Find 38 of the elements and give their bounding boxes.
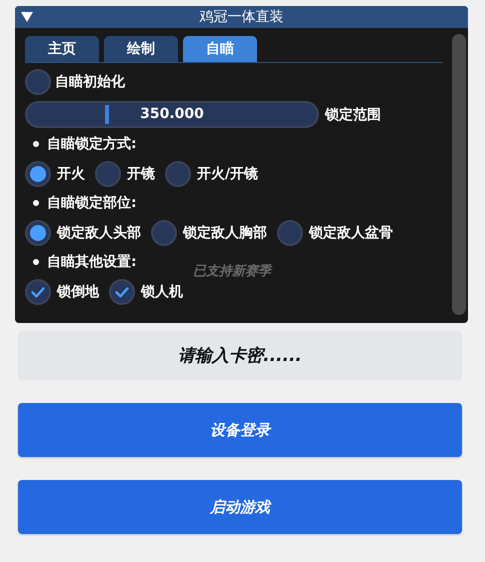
bullet-icon xyxy=(33,259,39,265)
checkbox-label: 锁倒地 xyxy=(57,282,99,300)
slider[interactable]: 350.000 xyxy=(25,101,319,128)
background-text: 已支持新赛季 xyxy=(193,262,271,280)
slider-value: 350.000 xyxy=(140,106,204,122)
bullet-icon xyxy=(33,200,39,206)
radio-label: 锁定敌人盆骨 xyxy=(309,224,393,242)
bullet-icon xyxy=(33,141,39,147)
radio-button[interactable] xyxy=(277,220,303,246)
checkbox[interactable] xyxy=(109,278,135,304)
radio-button[interactable] xyxy=(165,160,191,186)
action-button[interactable]: 启动游戏 xyxy=(18,480,462,534)
slider-label: 锁定范围 xyxy=(325,106,381,124)
section-label: 自瞄锁定方式: xyxy=(47,135,137,153)
window-title: 鸡冠一体直装 xyxy=(200,8,284,26)
section-label: 自瞄其他设置: xyxy=(47,253,137,271)
action-button[interactable]: 设备登录 xyxy=(18,403,462,457)
tab[interactable]: 绘制 xyxy=(104,36,178,62)
radio-label: 锁定敌人胸部 xyxy=(183,224,267,242)
radio-label: 开火/开镜 xyxy=(197,164,258,182)
radio-label: 锁定敌人头部 xyxy=(57,224,141,242)
toggle-label: 自瞄初始化 xyxy=(55,72,125,90)
tab[interactable]: 主页 xyxy=(25,36,99,62)
tab[interactable]: 自瞄 xyxy=(183,36,257,62)
radio-label: 开火 xyxy=(57,164,85,182)
radio-button[interactable] xyxy=(95,160,121,186)
radio-button[interactable] xyxy=(25,160,51,186)
checkbox[interactable] xyxy=(25,278,51,304)
radio-label: 开镜 xyxy=(127,164,155,182)
toggle[interactable] xyxy=(25,68,51,94)
scrollbar[interactable] xyxy=(452,34,466,315)
radio-button[interactable] xyxy=(151,220,177,246)
collapse-triangle-icon[interactable] xyxy=(21,12,33,22)
checkbox-label: 锁人机 xyxy=(141,282,183,300)
slider-thumb[interactable] xyxy=(105,105,110,124)
section-label: 自瞄锁定部位: xyxy=(47,194,137,212)
radio-button[interactable] xyxy=(25,220,51,246)
card-key-field[interactable]: 请输入卡密...... xyxy=(18,331,462,380)
